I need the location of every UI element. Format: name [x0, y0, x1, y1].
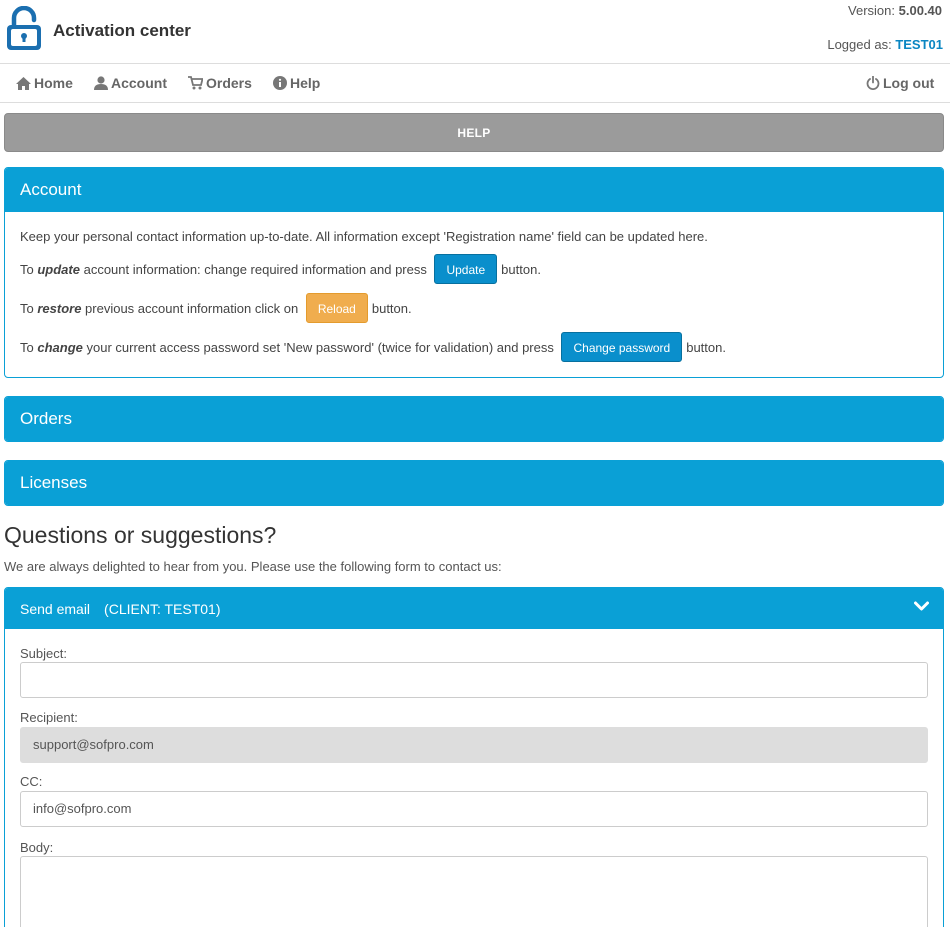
logged-user-info: Logged as: TEST01	[827, 37, 943, 52]
nav-help[interactable]: Help	[273, 75, 320, 91]
change-mid: your current access password set 'New pa…	[82, 339, 558, 355]
nav-home[interactable]: Home	[16, 75, 73, 91]
send-email-header[interactable]: Send email (CLIENT: TEST01)	[5, 588, 943, 629]
nav-account[interactable]: Account	[94, 75, 167, 91]
header: Activation center Version: 5.00.40 Logge…	[0, 0, 950, 64]
app-title: Activation center	[53, 21, 191, 40]
orders-panel: Orders	[4, 396, 944, 442]
orders-panel-header[interactable]: Orders	[5, 397, 943, 441]
version-value: 5.00.40	[898, 3, 942, 18]
change-post: button.	[686, 339, 726, 355]
account-restore-line: To restore previous account information …	[20, 293, 412, 323]
version-label: Version:	[848, 3, 895, 18]
nav-account-label: Account	[111, 75, 167, 91]
licenses-panel: Licenses	[4, 460, 944, 506]
account-intro-text: Keep your personal contact information u…	[20, 229, 708, 244]
restore-mid: previous account information click on	[81, 300, 302, 316]
update-mid: account information: change required inf…	[79, 261, 431, 277]
nav-orders[interactable]: Orders	[188, 75, 252, 91]
account-panel-title: Account	[20, 180, 82, 199]
update-pre: To	[20, 261, 34, 277]
licenses-panel-title: Licenses	[20, 473, 88, 492]
update-em: update	[37, 261, 80, 277]
subject-input[interactable]	[20, 662, 928, 698]
subject-label: Subject:	[20, 646, 67, 661]
help-bar[interactable]: HELP	[4, 113, 944, 152]
nav-orders-label: Orders	[206, 75, 252, 91]
send-email-client: (CLIENT: TEST01)	[104, 600, 221, 617]
logged-label: Logged as:	[827, 37, 892, 52]
update-post: button.	[501, 261, 541, 277]
restore-post: button.	[371, 300, 412, 316]
cc-input[interactable]: info@sofpro.com	[20, 791, 928, 827]
nav-home-label: Home	[34, 75, 73, 91]
reload-button[interactable]: Reload	[305, 293, 368, 323]
cart-icon	[188, 76, 203, 90]
account-panel-header[interactable]: Account	[5, 168, 943, 212]
change-password-button[interactable]: Change password	[561, 332, 683, 362]
orders-panel-title: Orders	[20, 409, 72, 428]
cc-label: CC:	[20, 774, 43, 789]
user-icon	[94, 76, 108, 90]
body-label: Body:	[20, 840, 54, 855]
update-button[interactable]: Update	[434, 254, 498, 284]
info-icon	[273, 76, 287, 90]
restore-em: restore	[37, 300, 82, 316]
licenses-panel-header[interactable]: Licenses	[5, 461, 943, 505]
nav-help-label: Help	[290, 75, 321, 91]
change-em: change	[37, 339, 83, 355]
main-nav: Home Account Orders Help Log out	[0, 64, 950, 103]
account-update-line: To update account information: change re…	[20, 254, 541, 284]
power-icon	[866, 76, 880, 90]
account-intro: Keep your personal contact information u…	[20, 229, 708, 244]
account-panel: Account Keep your personal contact infor…	[4, 167, 944, 378]
padlock-icon	[7, 6, 41, 50]
questions-title: Questions or suggestions?	[4, 522, 277, 548]
nav-logout[interactable]: Log out	[866, 75, 934, 91]
recipient-field: support@sofpro.com	[20, 727, 928, 763]
restore-pre: To	[20, 300, 34, 316]
account-change-line: To change your current access password s…	[20, 332, 726, 362]
recipient-label: Recipient:	[20, 710, 78, 725]
home-icon	[16, 76, 31, 90]
questions-subtitle: We are always delighted to hear from you…	[4, 559, 502, 574]
version-info: Version: 5.00.40	[848, 3, 942, 18]
send-email-title: Send email	[20, 600, 91, 617]
change-pre: To	[20, 339, 34, 355]
nav-logout-label: Log out	[883, 75, 935, 91]
logged-user: TEST01	[895, 37, 943, 52]
send-email-panel: Send email (CLIENT: TEST01) Subject: Rec…	[4, 587, 944, 927]
body-textarea[interactable]	[20, 856, 928, 927]
chevron-down-icon[interactable]	[914, 601, 929, 612]
